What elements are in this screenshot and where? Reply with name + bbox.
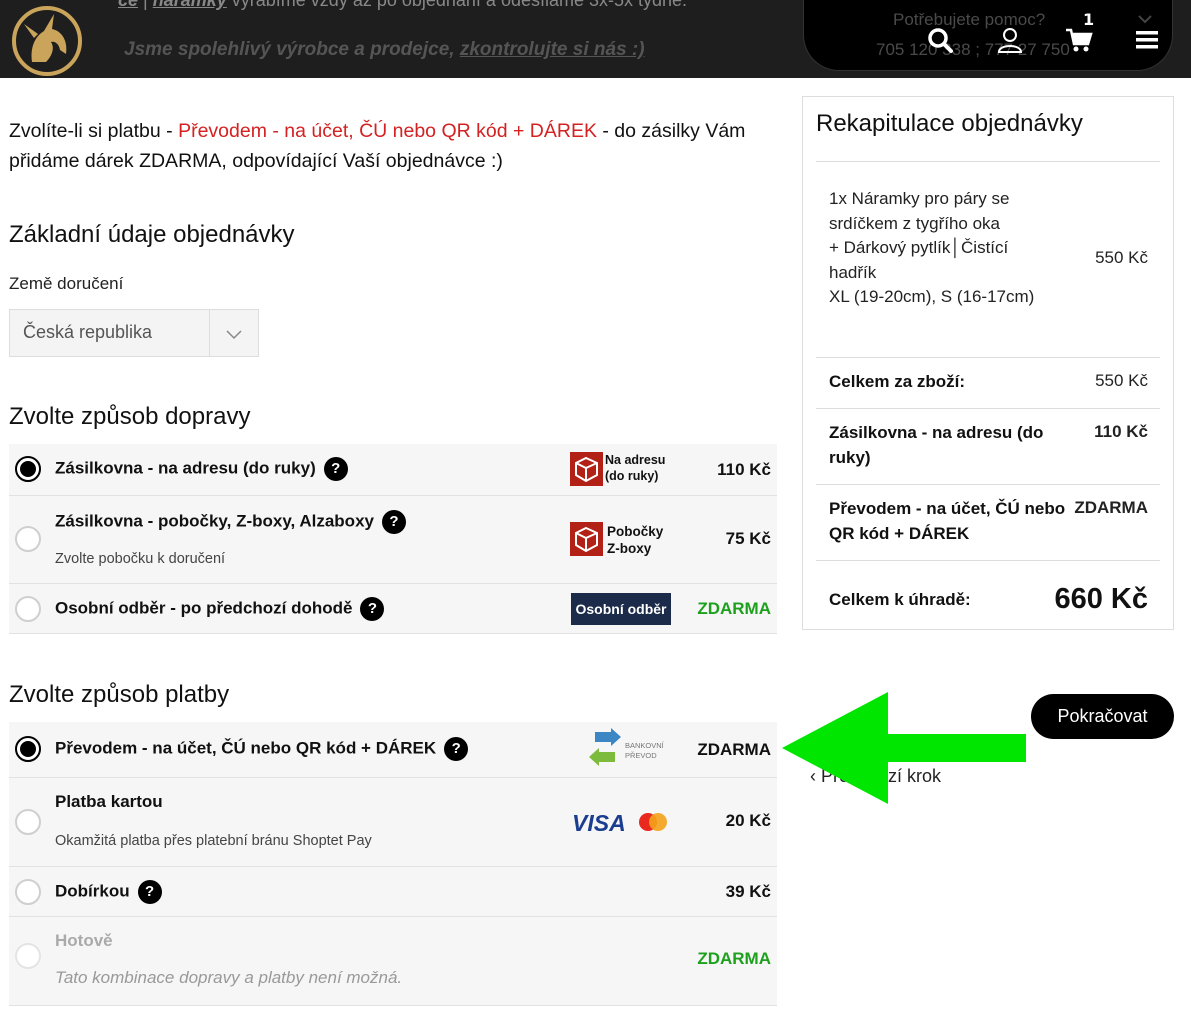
check-us-link[interactable]: zkontrolujte si nás :) xyxy=(460,39,645,60)
visa-logo: VISA xyxy=(572,810,626,836)
payment-option-cod[interactable]: Dobírkou? 39 Kč xyxy=(9,867,777,917)
payment-option-card[interactable]: Platba kartou Okamžitá platba přes plate… xyxy=(9,778,777,867)
payment-price: ZDARMA xyxy=(697,949,771,968)
divider xyxy=(816,357,1160,358)
bank-transfer-logo: BANKOVNÍ PŘEVOD xyxy=(585,728,675,770)
cart-icon[interactable] xyxy=(1065,26,1093,54)
shipping-title: Zásilkovna - na adresu (do ruky)? xyxy=(55,457,348,481)
payment-title: Převodem - na účet, ČÚ nebo QR kód + DÁR… xyxy=(55,737,469,761)
help-phone[interactable]: 705 120 338 ; 777 27 750 xyxy=(876,40,1070,60)
summary-total-label: Celkem k úhradě: xyxy=(829,590,971,609)
divider xyxy=(816,560,1160,561)
payment-price: 39 Kč xyxy=(725,882,771,901)
shipping-radio-personal[interactable] xyxy=(15,596,41,622)
gift-payment-highlight: Převodem - na účet, ČÚ nebo QR kód + DÁR… xyxy=(178,120,597,142)
help-icon[interactable]: ? xyxy=(381,510,406,534)
shipping-option-personal[interactable]: Osobní odběr - po předchozí dohodě? Osob… xyxy=(9,584,777,634)
zasilkovna-pickup-logo: Pobočky Z-boxy xyxy=(570,522,670,558)
mastercard-icon xyxy=(639,813,667,831)
basic-info-heading: Základní údaje objednávky xyxy=(9,221,295,248)
payment-gift-notice: Zvolíte-li si platbu - Převodem - na úče… xyxy=(9,120,746,172)
annotation-arrow-icon xyxy=(782,692,1026,804)
promo-link-2[interactable]: náramky xyxy=(153,0,227,10)
payment-title: Hotově xyxy=(55,931,113,950)
cart-count-badge: 1 xyxy=(1083,10,1095,29)
promo-line-1: ce | náramky vyrábíme vždy až po objedná… xyxy=(118,0,687,11)
shipping-subtitle: Zvolte pobočku k doručení xyxy=(55,551,226,567)
payment-price: ZDARMA xyxy=(697,740,771,759)
payment-unavailable-note: Tato kombinace dopravy a platby není mož… xyxy=(55,968,403,987)
menu-icon[interactable] xyxy=(1134,26,1162,54)
payment-radio-card[interactable] xyxy=(15,809,41,835)
shipping-radio-address[interactable] xyxy=(15,456,41,482)
shipping-price: ZDARMA xyxy=(697,599,771,618)
promo-link-1[interactable]: ce xyxy=(118,0,138,10)
summary-item-price: 550 Kč xyxy=(1095,248,1148,267)
shipping-title: Zásilkovna - pobočky, Z-boxy, Alzaboxy? xyxy=(55,510,406,534)
summary-shipping-label: Zásilkovna - na adresu (do ruky) xyxy=(829,423,1044,467)
help-icon[interactable]: ? xyxy=(323,457,348,481)
zasilkovna-address-logo: Na adresu (do ruky) xyxy=(570,452,670,488)
summary-title: Rekapitulace objednávky xyxy=(816,110,1083,137)
help-icon[interactable]: ? xyxy=(137,880,162,904)
divider xyxy=(816,161,1160,162)
shipping-price: 110 Kč xyxy=(717,460,771,479)
summary-payment-value: ZDARMA xyxy=(1074,498,1148,517)
shipping-radio-pickup[interactable] xyxy=(15,526,41,552)
summary-payment-label: Převodem - na účet, ČÚ nebo QR kód + DÁR… xyxy=(829,499,1066,543)
summary-goods-value: 550 Kč xyxy=(1095,371,1148,390)
search-icon[interactable] xyxy=(926,26,954,54)
payment-options: Převodem - na účet, ČÚ nebo QR kód + DÁR… xyxy=(9,722,777,1006)
order-summary: Rekapitulace objednávky 1x Náramky pro p… xyxy=(802,96,1174,630)
unicorn-logo-icon[interactable] xyxy=(10,4,88,76)
chevron-down-icon xyxy=(226,330,242,340)
shipping-options: Zásilkovna - na adresu (do ruky)? Na adr… xyxy=(9,444,777,634)
summary-item-name[interactable]: 1x Náramky pro páry se srdíčkem z tygříh… xyxy=(829,187,1039,310)
help-icon[interactable]: ? xyxy=(444,737,469,761)
shipping-option-address[interactable]: Zásilkovna - na adresu (do ruky)? Na adr… xyxy=(9,444,777,496)
zasilkovna-box-icon xyxy=(570,522,603,556)
personal-pickup-logo: Osobní odběr xyxy=(571,593,671,625)
summary-total-value: 660 Kč xyxy=(1054,583,1148,615)
country-value: Česká republika xyxy=(23,322,153,342)
payment-title: Platba kartou xyxy=(55,792,163,811)
promo-line-2: Jsme spolehlivý výrobce a prodejce, zkon… xyxy=(124,39,645,60)
country-label: Země doručení xyxy=(9,274,124,293)
payment-option-cash-disabled: Hotově Tato kombinace dopravy a platby n… xyxy=(9,917,777,1006)
user-icon[interactable] xyxy=(996,26,1024,54)
divider xyxy=(816,484,1160,485)
divider xyxy=(816,408,1160,409)
payment-title: Dobírkou? xyxy=(55,880,162,904)
top-header: ce | náramky vyrábíme vždy až po objedná… xyxy=(0,0,1191,78)
payment-heading: Zvolte způsob platby xyxy=(9,681,230,708)
payment-radio-cash xyxy=(15,943,41,969)
select-divider xyxy=(209,310,210,356)
country-select[interactable]: Česká republika xyxy=(9,309,259,357)
continue-button[interactable]: Pokračovat xyxy=(1031,694,1174,739)
zasilkovna-box-icon xyxy=(570,452,603,486)
shipping-price: 75 Kč xyxy=(725,529,771,548)
payment-option-transfer[interactable]: Převodem - na účet, ČÚ nebo QR kód + DÁR… xyxy=(9,722,777,778)
summary-shipping-value: 110 Kč xyxy=(1094,422,1148,441)
payment-radio-transfer[interactable] xyxy=(15,736,41,762)
payment-price: 20 Kč xyxy=(725,811,771,830)
shipping-option-pickup-point[interactable]: Zásilkovna - pobočky, Z-boxy, Alzaboxy? … xyxy=(9,496,777,584)
shipping-title: Osobní odběr - po předchozí dohodě? xyxy=(55,597,385,621)
shipping-heading: Zvolte způsob dopravy xyxy=(9,403,251,430)
summary-goods-label: Celkem za zboží: xyxy=(829,372,966,391)
bank-transfer-arrows-icon xyxy=(589,728,621,766)
payment-radio-cod[interactable] xyxy=(15,879,41,905)
payment-subtitle: Okamžitá platba přes platební bránu Shop… xyxy=(55,833,372,849)
help-icon[interactable]: ? xyxy=(360,597,385,621)
